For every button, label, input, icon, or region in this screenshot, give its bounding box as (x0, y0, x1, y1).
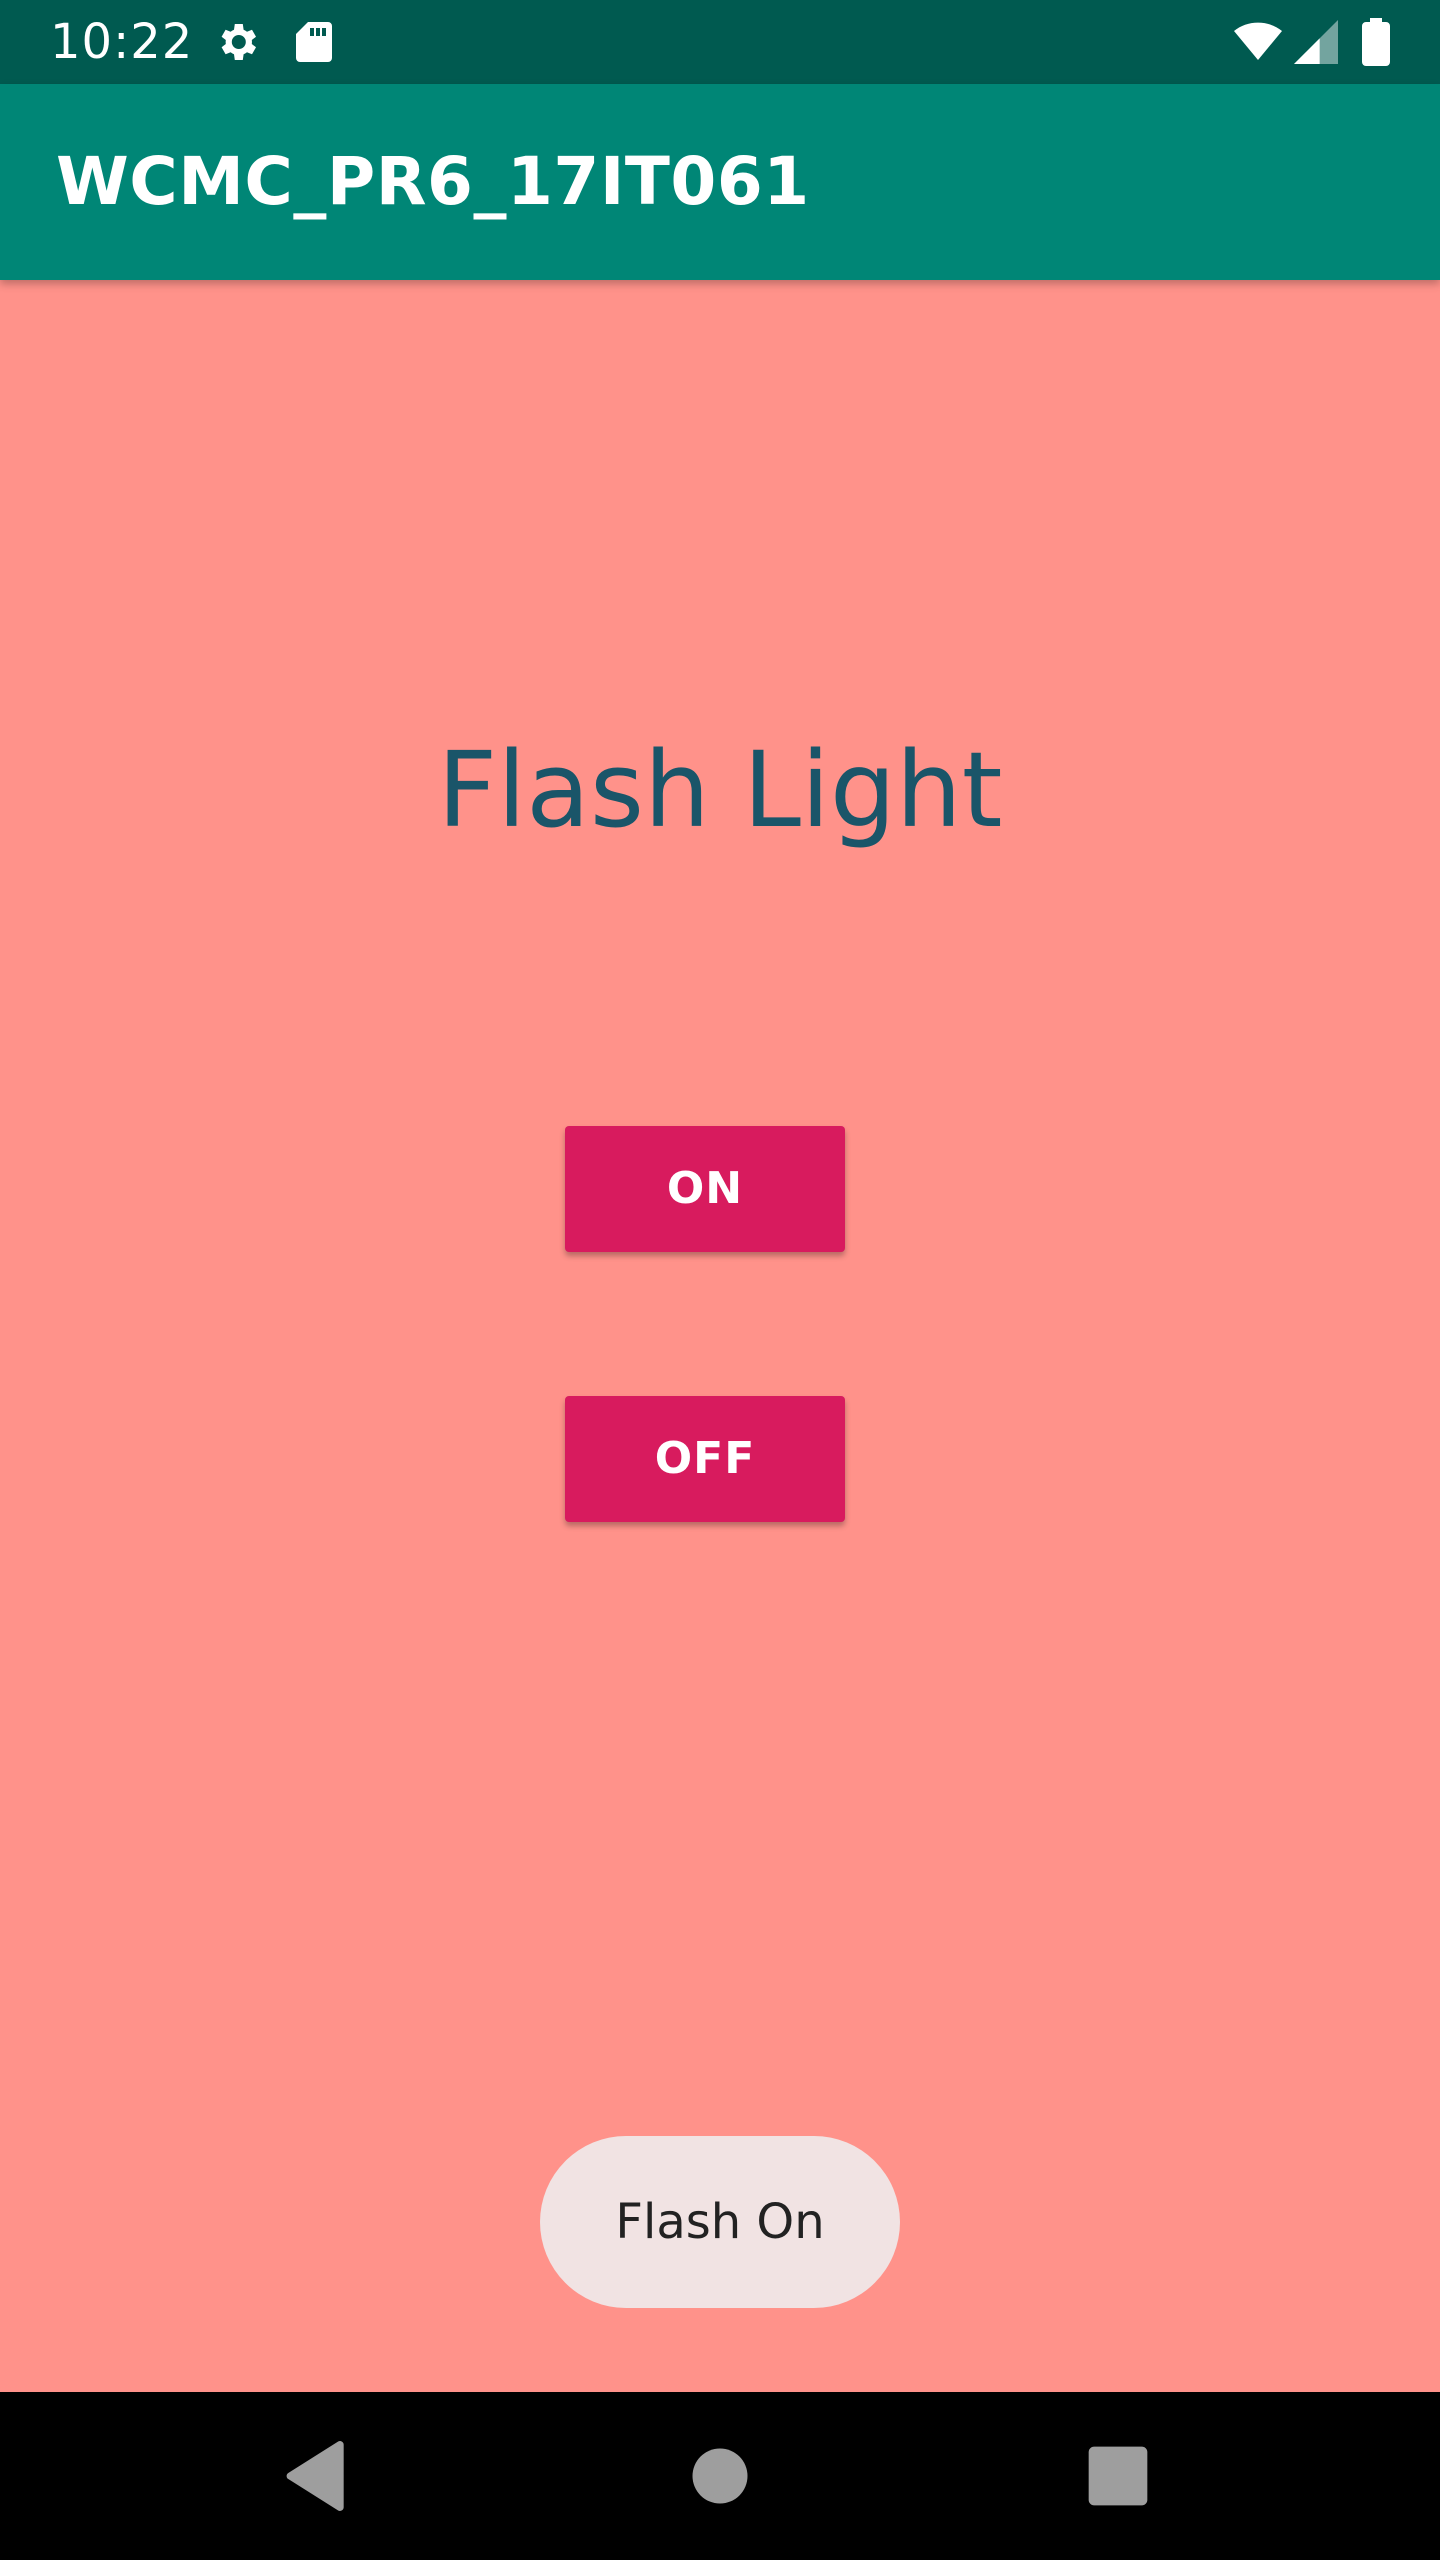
wifi-icon (1234, 22, 1282, 60)
app-bar: WCMC_PR6_17IT061 (0, 84, 1440, 280)
flash-on-button[interactable]: ON (565, 1126, 845, 1252)
screen: 10:22 WCMC_PR6_17IT061 Flash Light ON OF… (0, 0, 1440, 2560)
battery-icon (1362, 18, 1390, 66)
flash-off-button[interactable]: OFF (565, 1396, 845, 1522)
app-title: WCMC_PR6_17IT061 (56, 143, 810, 220)
status-time: 10:22 (50, 14, 194, 70)
recents-icon[interactable] (1074, 2432, 1162, 2520)
page-heading: Flash Light (437, 729, 1003, 851)
status-bar: 10:22 (0, 0, 1440, 84)
cell-signal-icon (1294, 20, 1338, 64)
gear-icon (221, 24, 256, 60)
back-icon[interactable] (274, 2432, 362, 2520)
sd-card-icon (296, 22, 332, 62)
home-icon[interactable] (676, 2432, 764, 2520)
navigation-bar (0, 2392, 1440, 2560)
toast-message: Flash On (540, 2136, 900, 2308)
